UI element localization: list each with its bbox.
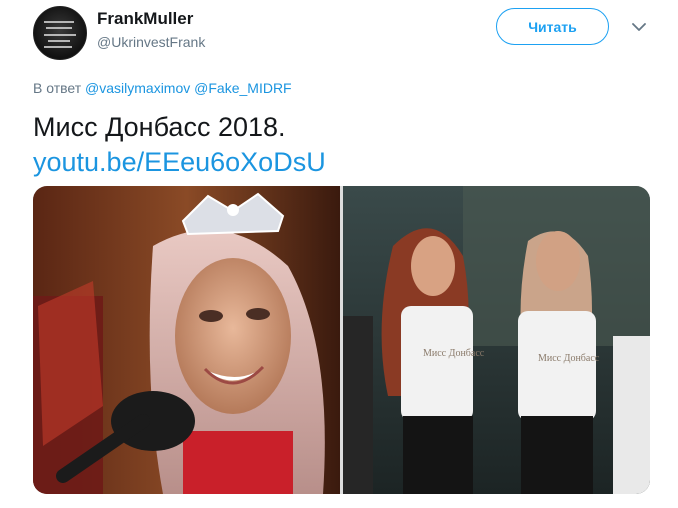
avatar[interactable] xyxy=(33,6,87,60)
shirt-text: Мисс Донбасс xyxy=(423,348,485,359)
media-grid: Мисс Донбасс Мисс Донбасс xyxy=(33,186,650,494)
tweet-link[interactable]: youtu.be/EEeu6oXoDsU xyxy=(33,145,326,179)
tweet-text: Мисс Донбасс 2018. xyxy=(33,112,286,142)
photo-left[interactable] xyxy=(33,186,340,494)
mention-link[interactable]: @vasilymaximov xyxy=(85,80,190,96)
chevron-down-icon[interactable] xyxy=(630,20,648,34)
photo-right[interactable]: Мисс Донбасс Мисс Донбасс xyxy=(343,186,650,494)
follow-button[interactable]: Читать xyxy=(496,8,609,45)
author-name[interactable]: FrankMuller xyxy=(97,9,193,29)
shirt-text: Мисс Донбасс xyxy=(538,353,600,364)
mention-link[interactable]: @Fake_MIDRF xyxy=(194,80,291,96)
reply-prefix: В ответ xyxy=(33,80,82,96)
reply-context: В ответ @vasilymaximov @Fake_MIDRF xyxy=(33,80,292,96)
author-handle[interactable]: @UkrinvestFrank xyxy=(97,34,205,50)
